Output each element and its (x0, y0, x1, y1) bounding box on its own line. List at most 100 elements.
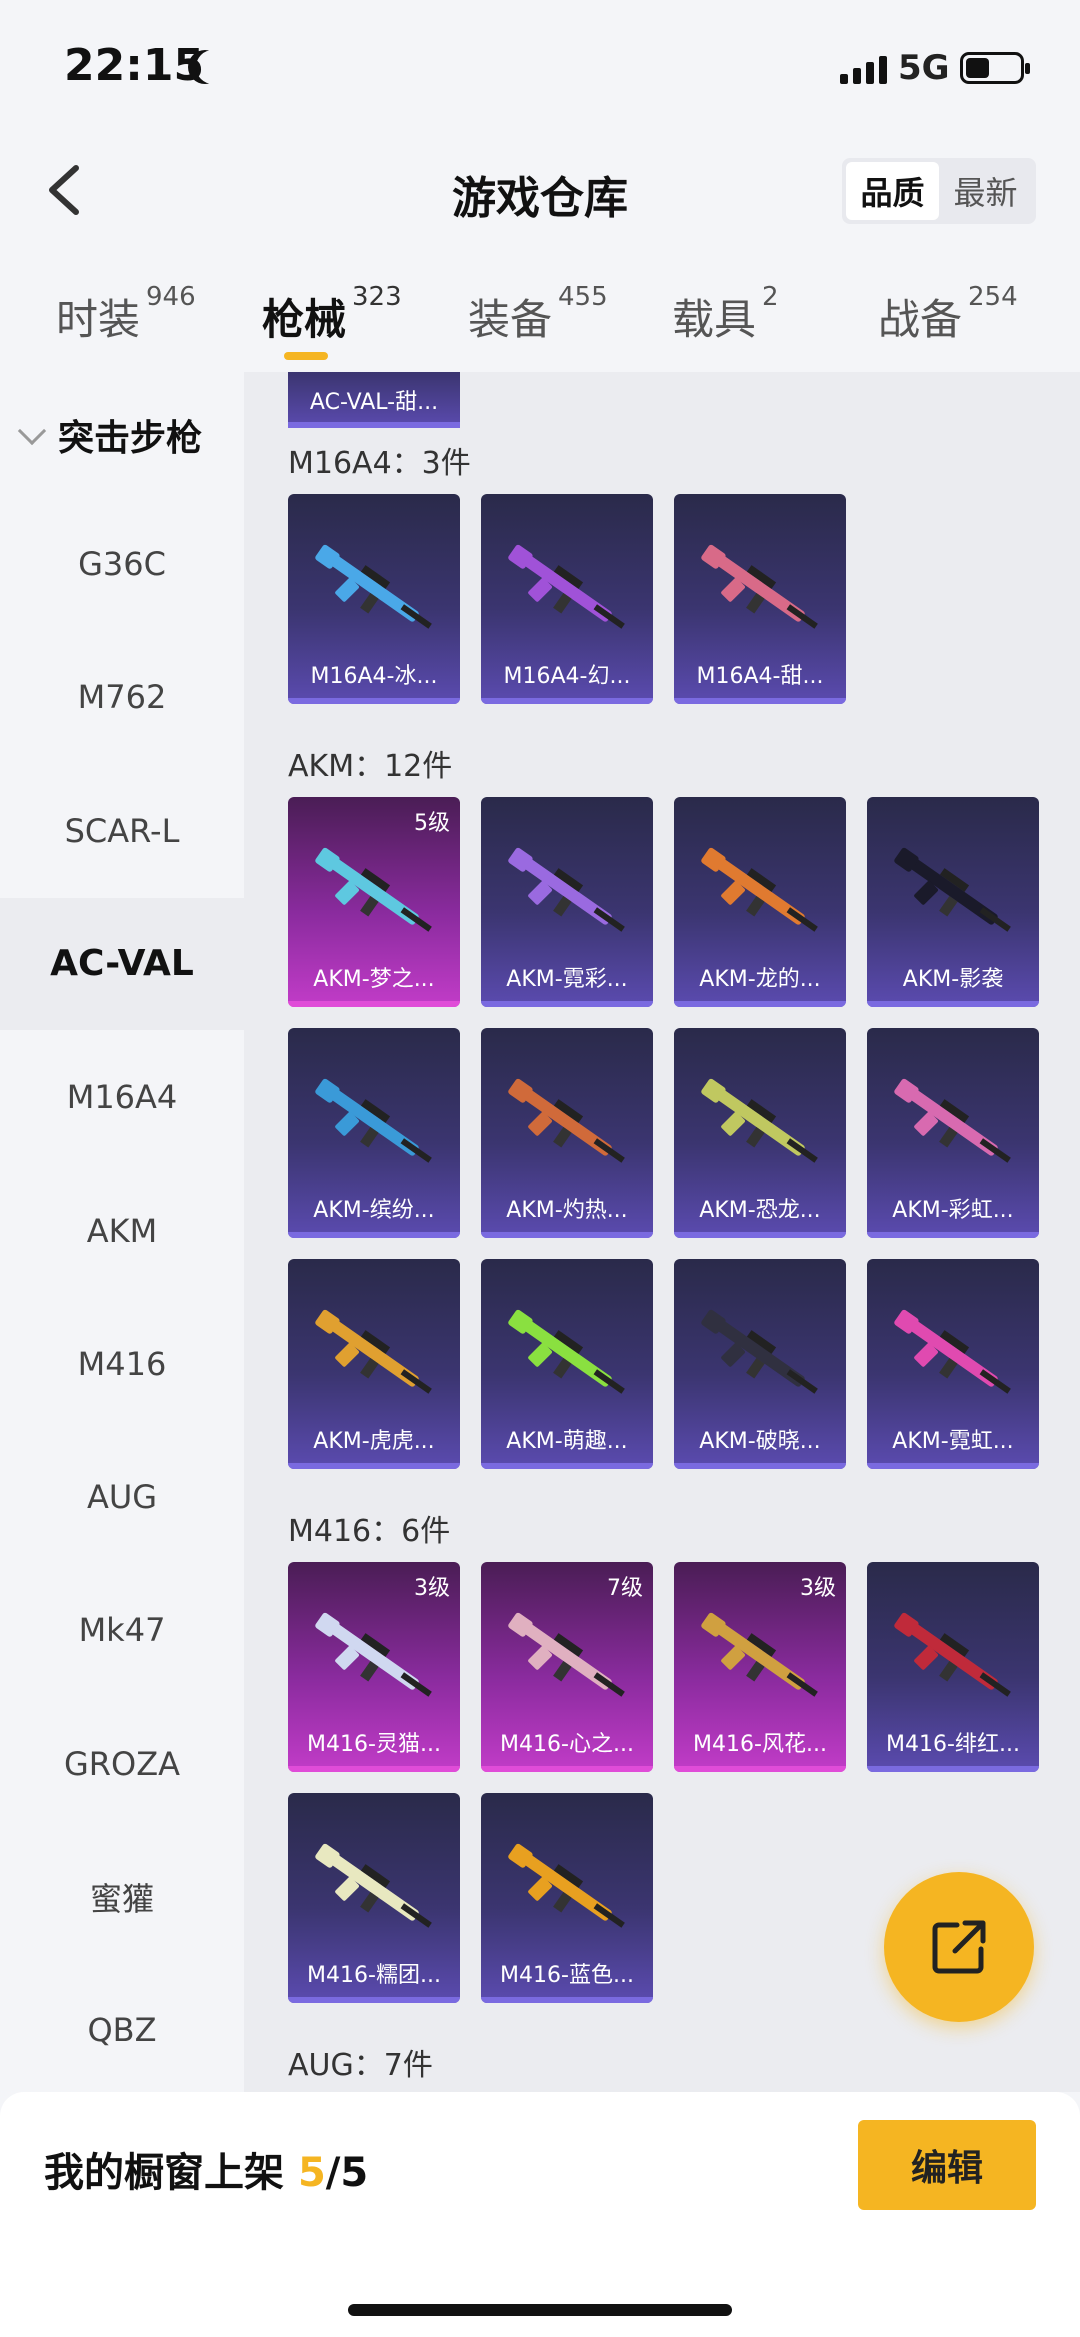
sidebar-item[interactable]: 蜜獾 (0, 1831, 244, 1963)
skin-name: AKM-龙的... (699, 967, 821, 992)
skin-card[interactable]: AC-VAL-甜... (288, 372, 460, 428)
sidebar-item[interactable]: Mk47 (0, 1564, 244, 1696)
sidebar-group-assault-rifles[interactable]: 突击步枪 (0, 400, 244, 470)
skin-name: AKM-萌趣... (506, 1429, 628, 1454)
skin-card[interactable]: AKM-霓彩... (481, 797, 653, 1007)
weapon-icon (315, 544, 432, 629)
tab-count: 2 (762, 282, 779, 312)
skin-name: M416-灵猫... (307, 1732, 441, 1757)
tab-guns[interactable]: 枪械 323 (262, 282, 402, 347)
skin-card[interactable]: AKM-萌趣... (481, 1259, 653, 1469)
skin-name: AKM-灼热... (506, 1198, 628, 1223)
skin-card[interactable]: M16A4-幻... (481, 494, 653, 704)
weapon-icon (315, 1078, 432, 1163)
card-rarity-bar (288, 1001, 460, 1007)
edit-button[interactable]: 编辑 (858, 2120, 1036, 2210)
home-indicator (348, 2304, 732, 2316)
skin-name: AKM-霓彩... (506, 967, 628, 992)
category-tabs: 时装 946 枪械 323 装备 455 载具 2 战备 254 (0, 250, 1080, 372)
skin-card[interactable]: M16A4-甜... (674, 494, 846, 704)
share-external-icon (932, 1920, 986, 1974)
skin-card[interactable]: M416-糯团... (288, 1793, 460, 2003)
skin-name: M16A4-甜... (696, 664, 824, 689)
tab-label: 枪械 (262, 295, 347, 344)
sidebar-item[interactable]: AUG (0, 1431, 244, 1563)
showcase-bar: 我的橱窗上架 5/5 编辑 (0, 2092, 1080, 2337)
tab-label: 战备 (878, 295, 963, 344)
sort-newest[interactable]: 最新 (939, 162, 1032, 220)
skin-card[interactable]: 5级 AKM-梦之... (288, 797, 460, 1007)
weapon-icon (701, 1612, 818, 1697)
sidebar-group-label: 突击步枪 (58, 418, 203, 459)
card-rarity-bar (481, 1766, 653, 1772)
skin-name: AKM-恐龙... (699, 1198, 821, 1223)
card-rarity-bar (867, 1766, 1039, 1772)
skin-name: AC-VAL-甜... (309, 390, 439, 415)
tab-vehicles[interactable]: 载具 2 (672, 282, 779, 347)
sidebar-item[interactable]: M762 (0, 631, 244, 763)
skin-card[interactable]: AKM-霓虹... (867, 1259, 1039, 1469)
tab-count: 254 (968, 282, 1018, 312)
weapon-grid[interactable]: AC-VAL-甜... M16A4：3件 M16A4-冰... M16A4-幻...… (244, 372, 1080, 2092)
card-rarity-bar (288, 1232, 460, 1238)
weapon-icon (701, 847, 818, 932)
skin-card[interactable]: AKM-缤纷... (288, 1028, 460, 1238)
share-button[interactable] (884, 1872, 1034, 2022)
card-rarity-bar (481, 1232, 653, 1238)
card-rarity-bar (288, 1463, 460, 1469)
skin-card[interactable]: 3级 M416-风花... (674, 1562, 846, 1772)
weapon-icon (508, 544, 625, 629)
skin-card[interactable]: AKM-龙的... (674, 797, 846, 1007)
skin-name: AKM-霓虹... (892, 1429, 1014, 1454)
skin-card[interactable]: AKM-影袭 (867, 797, 1039, 1007)
tab-supplies[interactable]: 战备 254 (878, 282, 1018, 347)
skin-card[interactable]: AKM-恐龙... (674, 1028, 846, 1238)
tab-fashion[interactable]: 时装 946 (56, 282, 196, 347)
skin-grade: 7级 (607, 1576, 643, 1601)
chevron-down-icon (17, 416, 47, 446)
card-rarity-bar (674, 1766, 846, 1772)
sidebar-item[interactable]: G36C (0, 498, 244, 630)
card-rarity-bar (288, 698, 460, 704)
header: 游戏仓库 品质 最新 (0, 130, 1080, 250)
weapon-icon (315, 1612, 432, 1697)
showcase-total: 5 (340, 2150, 369, 2196)
sidebar-item[interactable]: AC-VAL (0, 897, 244, 1030)
skin-name: AKM-破晓... (699, 1429, 821, 1454)
showcase-label: 我的橱窗上架 (44, 2150, 298, 2196)
skin-card[interactable]: AKM-破晓... (674, 1259, 846, 1469)
back-button[interactable] (40, 160, 100, 220)
section-title: M416：6件 (288, 1514, 451, 1549)
tab-count: 455 (558, 282, 608, 312)
tab-equipment[interactable]: 装备 455 (468, 282, 608, 347)
skin-name: M416-风花... (693, 1732, 827, 1757)
skin-card[interactable]: M16A4-冰... (288, 494, 460, 704)
skin-card[interactable]: AKM-虎虎... (288, 1259, 460, 1469)
tab-label: 装备 (468, 295, 553, 344)
sidebar-item[interactable]: QBZ (0, 1964, 244, 2096)
skin-card[interactable]: 3级 M416-灵猫... (288, 1562, 460, 1772)
weapon-icon (508, 1078, 625, 1163)
skin-name: AKM-虎虎... (313, 1429, 435, 1454)
weapon-sidebar: 突击步枪 G36C M762 SCAR-L AC-VAL M16A4 AKM M416 AUG… (0, 372, 244, 2092)
sidebar-item[interactable]: M416 (0, 1298, 244, 1430)
sidebar-item[interactable]: SCAR-L (0, 765, 244, 897)
skin-name: M16A4-幻... (503, 664, 631, 689)
weapon-icon (894, 847, 1011, 932)
card-rarity-bar (481, 698, 653, 704)
card-rarity-bar (674, 1001, 846, 1007)
skin-name: M416-心之... (500, 1732, 634, 1757)
sidebar-item[interactable]: M16A4 (0, 1031, 244, 1163)
skin-card[interactable]: AKM-灼热... (481, 1028, 653, 1238)
sidebar-item[interactable]: GROZA (0, 1698, 244, 1830)
clock: 22:15 (64, 40, 205, 91)
sidebar-item[interactable]: AKM (0, 1165, 244, 1297)
skin-card[interactable]: M416-绯红... (867, 1562, 1039, 1772)
status-bar: 22:15 5G (0, 0, 1080, 130)
skin-card[interactable]: AKM-彩虹... (867, 1028, 1039, 1238)
skin-card[interactable]: 7级 M416-心之... (481, 1562, 653, 1772)
sort-quality[interactable]: 品质 (846, 162, 939, 220)
card-rarity-bar (288, 1997, 460, 2003)
card-rarity-bar (674, 1232, 846, 1238)
skin-card[interactable]: M416-蓝色... (481, 1793, 653, 2003)
